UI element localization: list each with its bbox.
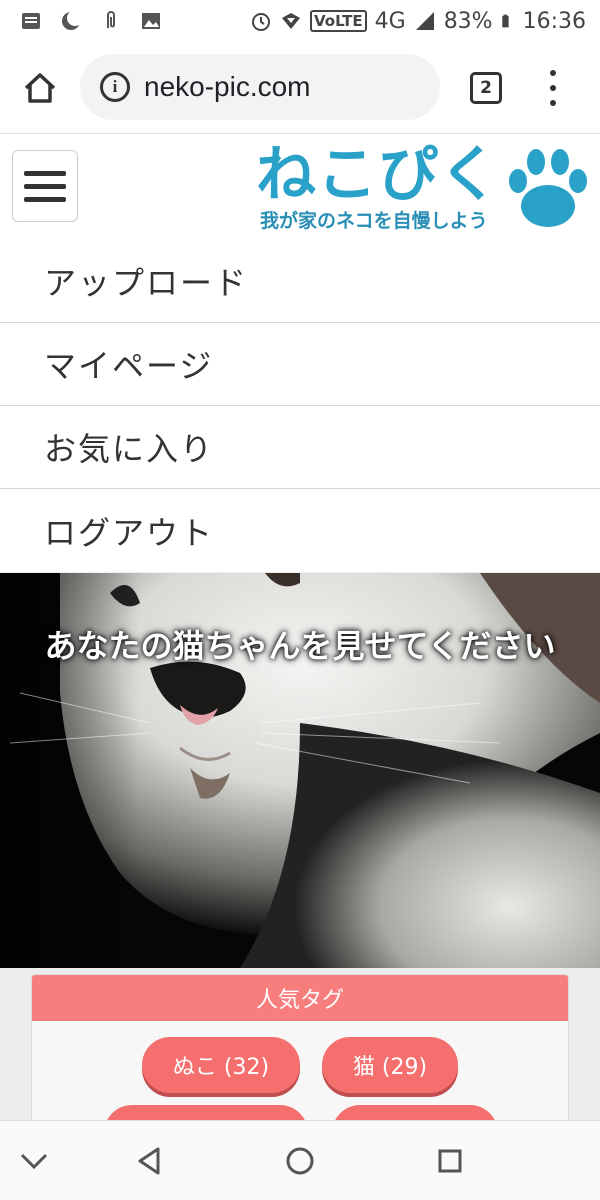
- network-type: 4G: [374, 8, 406, 34]
- data-saver-icon: [281, 13, 300, 29]
- status-bar: VoLTE 4G 83% 16:36: [0, 0, 600, 42]
- logo-subtitle: 我が家のネコを自慢しよう: [260, 210, 488, 232]
- url-text[interactable]: neko-pic.com: [144, 71, 311, 103]
- tab-switcher-button[interactable]: 2: [470, 72, 502, 104]
- chevron-down-icon[interactable]: [16, 1143, 52, 1179]
- home-icon[interactable]: [20, 68, 60, 108]
- nav-item-favorites[interactable]: お気に入り: [0, 406, 600, 489]
- site-header: ねこぴく 我が家のネコを自慢しよう: [0, 134, 600, 240]
- tags-card: 人気タグ ぬこ (32) 猫 (29): [31, 974, 569, 1134]
- network-label: VoLTE: [309, 10, 367, 32]
- tags-header: 人気タグ: [32, 975, 568, 1021]
- address-bar[interactable]: i neko-pic.com: [80, 54, 440, 120]
- site-logo[interactable]: ねこぴく 我が家のネコを自慢しよう: [256, 140, 591, 232]
- home-circle-icon[interactable]: [282, 1143, 318, 1179]
- hero-banner: あなたの猫ちゃんを見せてください: [0, 573, 600, 968]
- browser-toolbar: i neko-pic.com 2: [0, 42, 600, 134]
- nav-item-logout[interactable]: ログアウト: [0, 489, 600, 572]
- nav-menu: アップロード マイページ お気に入り ログアウト: [0, 240, 600, 572]
- paw-icon: [509, 149, 587, 227]
- hero-headline: あなたの猫ちゃんを見せてください: [44, 627, 556, 665]
- tag-pill[interactable]: 猫 (29): [322, 1037, 458, 1093]
- system-navigation-bar: [0, 1120, 600, 1200]
- clock: 16:36: [522, 8, 586, 34]
- logo-title: ねこぴく: [256, 140, 500, 210]
- signal-icon: [415, 12, 434, 30]
- browser-menu-icon[interactable]: [545, 70, 561, 106]
- info-icon[interactable]: i: [100, 72, 130, 102]
- back-icon[interactable]: [132, 1143, 168, 1179]
- tag-pill[interactable]: ぬこ (32): [142, 1037, 300, 1093]
- popular-tags-section: 人気タグ ぬこ (32) 猫 (29): [0, 968, 600, 1134]
- nav-item-upload[interactable]: アップロード: [0, 240, 600, 323]
- moon-icon: [62, 10, 82, 30]
- hamburger-menu-button[interactable]: [12, 150, 78, 222]
- notes-icon: [22, 13, 40, 29]
- battery-percent: 83%: [443, 8, 493, 34]
- recents-icon[interactable]: [432, 1143, 468, 1179]
- nav-item-mypage[interactable]: マイページ: [0, 323, 600, 406]
- battery-icon: [501, 14, 509, 28]
- paperclip-icon: [107, 11, 115, 28]
- alarm-icon: [251, 13, 270, 31]
- image-icon: [142, 13, 160, 29]
